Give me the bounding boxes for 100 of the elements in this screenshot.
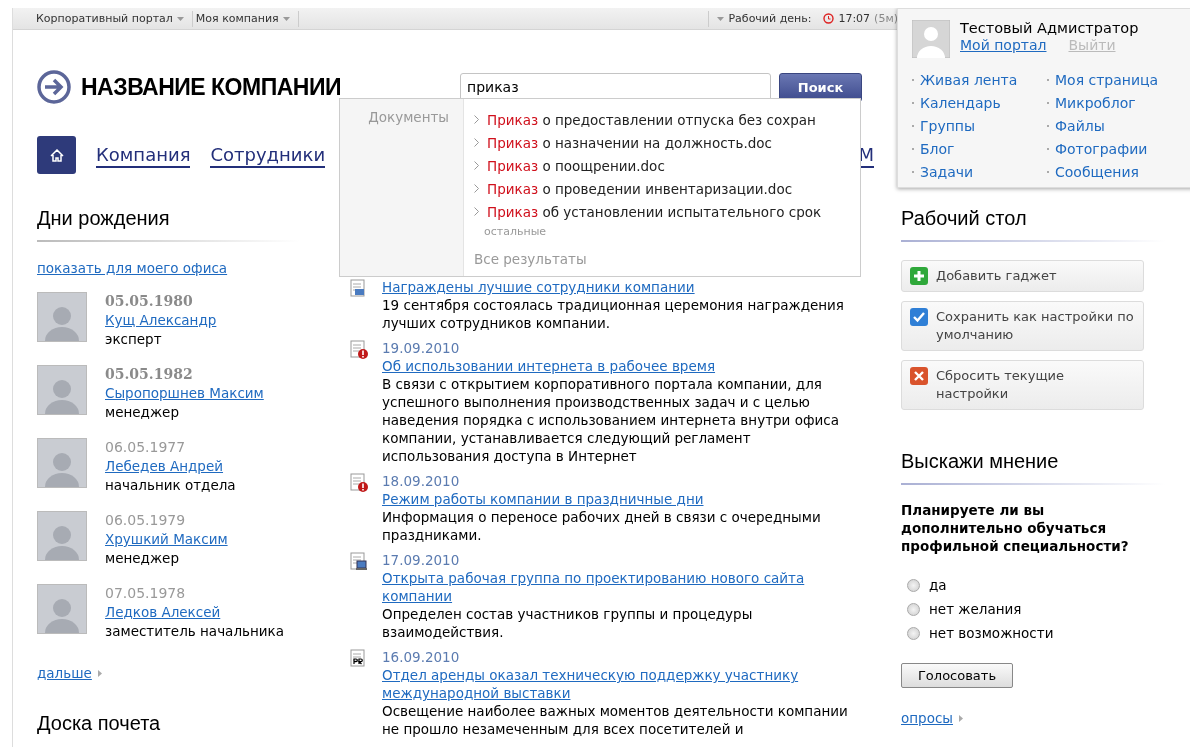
workday-duration: (5м) (874, 12, 898, 25)
search-result[interactable]: Приказ об установлении испытательного срок (487, 203, 822, 220)
user-menu-link[interactable]: Группы (920, 117, 976, 134)
search-result[interactable]: Приказ о поощрении.doc (487, 157, 665, 174)
photo-placeholder (37, 365, 87, 415)
news-title-link[interactable]: Режим работы компании в праздничные дни (382, 490, 704, 508)
others-link[interactable]: остальные (484, 225, 547, 238)
person-position: эксперт (105, 330, 163, 349)
birth-date: 05.05.1982 (105, 365, 194, 384)
gadget-action-button[interactable]: Сохранить как настройки по умолчанию (901, 301, 1144, 351)
poll-option-label: да (929, 577, 947, 593)
person-position: менеджер (105, 403, 180, 422)
person-link[interactable]: Хрушкий Максим (105, 530, 228, 549)
chevron-icon (474, 115, 479, 124)
news-date: 18.09.2010 (382, 472, 461, 490)
radio-button[interactable] (907, 578, 920, 592)
caret-icon (717, 16, 725, 21)
user-menu-link[interactable]: Микроблог (1055, 94, 1136, 111)
checkmark-icon (910, 308, 928, 326)
photo-placeholder (37, 511, 87, 561)
chevron-icon (474, 184, 479, 193)
person-link[interactable]: Ледков Алексей (105, 603, 221, 622)
my-portal-link[interactable]: Мой портал (960, 37, 1047, 53)
news-date: 17.09.2010 (382, 551, 461, 569)
radio-button[interactable] (907, 602, 920, 616)
close-icon (910, 367, 928, 385)
document-computer-icon (350, 552, 368, 572)
photo-placeholder (37, 584, 87, 634)
person-link[interactable]: Сыропоршнев Максим (105, 384, 264, 403)
news-text: 19 сентября состоялась традиционная церемония награждения лучших сотрудников компании. (382, 296, 845, 332)
category-label: Документы (368, 109, 449, 127)
plus-icon (910, 267, 928, 285)
photo-placeholder (37, 292, 87, 342)
news-text: В связи с открытием корпоративного портала компании, для успешного выполнения производственных задач и с целью наведения порядка с использованием интернета внутри офиса компании, устанавливается следующий регламент использования доступа в Интернет (382, 375, 840, 465)
birth-date: 06.05.1977 (105, 438, 187, 457)
user-menu-link[interactable]: Календарь (920, 94, 1001, 111)
arrow-circle-logo-icon (37, 70, 71, 104)
document-alert-icon (350, 340, 368, 360)
poll-option-label: нет возможности (929, 625, 1054, 641)
news-date: 19.09.2010 (382, 339, 461, 357)
vote-button[interactable]: Голосовать (901, 663, 1013, 688)
user-menu-link[interactable]: Файлы (1055, 117, 1105, 134)
polls-link[interactable]: опросы (901, 710, 953, 726)
all-results-link[interactable]: Все результаты (474, 251, 587, 267)
user-menu-link[interactable]: Задачи (920, 163, 974, 180)
office-filter-link[interactable]: показать для моего офиса (37, 260, 228, 276)
person-position: менеджер (105, 549, 180, 568)
news-text: Освещение наиболее важных моментов деятельности компании не прошло незамеченным для всех посетителей и (382, 702, 849, 738)
chevron-icon (474, 161, 479, 170)
person-link[interactable]: Кущ Александр (105, 311, 217, 330)
workday-label[interactable]: Рабочий день: (728, 12, 812, 25)
news-title-link[interactable]: Об использовании интернета в рабочее время (382, 357, 716, 375)
home-icon (49, 148, 64, 162)
person-position: заместитель начальника (105, 622, 284, 641)
photo-placeholder (37, 438, 87, 488)
birth-date: 07.05.1978 (105, 584, 187, 603)
document-alert-icon (350, 473, 368, 493)
top-menu[interactable]: Моя компания (192, 10, 299, 27)
news-title-link[interactable]: Открыта рабочая группа по проектированию нового сайта компании (382, 569, 862, 605)
news-text: Информация о переносе рабочих дней в связи с очередными праздниками. (382, 508, 822, 544)
user-menu-link[interactable]: Фотографии (1055, 140, 1148, 157)
user-menu-link[interactable]: Блог (920, 140, 955, 157)
top-menu[interactable]: Корпоративный портал (33, 10, 193, 27)
news-text: Определен состав участников группы и процедуры взаимодействия. (382, 605, 754, 641)
arrow-icon (959, 714, 963, 722)
poll-question: Планируете ли вы дополнительно обучаться профильной специальности? (901, 501, 1130, 555)
person-link[interactable]: Лебедев Андрей (105, 457, 224, 476)
search-result[interactable]: Приказ о назначении на должность.doc (487, 134, 772, 151)
section-title: Доска почета (37, 711, 162, 736)
news-title-link[interactable]: Отдел аренды оказал техническую поддержку участнику международной выставки (382, 666, 862, 702)
gadget-action-button[interactable]: Сбросить текущие настройки (901, 360, 1144, 410)
user-menu-link[interactable]: Сообщения (1055, 163, 1139, 180)
document-icon (350, 279, 368, 299)
radio-button[interactable] (907, 626, 920, 640)
user-menu-link[interactable]: Живая лента (920, 71, 1018, 88)
birth-date: 06.05.1979 (105, 511, 187, 530)
gadget-action-button[interactable]: Добавить гаджет (901, 260, 1144, 292)
user-menu-link[interactable]: Моя страница (1055, 71, 1159, 88)
avatar-icon (912, 20, 950, 58)
more-link[interactable]: дальше (37, 665, 92, 681)
search-result[interactable]: Приказ о предоставлении отпуска без сохран (487, 111, 816, 128)
news-date: 16.09.2010 (382, 648, 461, 666)
caret-icon (282, 16, 290, 21)
company-name: НАЗВАНИЕ КОМПАНИИ (81, 73, 341, 101)
birth-date: 05.05.1980 (105, 292, 194, 311)
news-title-link[interactable]: Награждены лучшие сотрудники компании (382, 278, 695, 296)
arrow-icon (97, 669, 102, 677)
person-position: начальник отдела (105, 476, 236, 495)
nav-link[interactable]: Компания (96, 136, 191, 168)
workday-time: 17:07 (838, 12, 871, 25)
document-pr-icon (350, 649, 368, 669)
chevron-icon (474, 207, 479, 216)
poll-option-label: нет желания (929, 601, 1022, 617)
clock-icon (823, 13, 835, 24)
chevron-icon (474, 138, 479, 147)
user-name: Тестовый Адмистратор (960, 20, 1139, 36)
nav-link[interactable]: Сотрудники (210, 136, 326, 168)
search-result[interactable]: Приказ о проведении инвентаризации.doc (487, 180, 793, 197)
caret-icon (176, 16, 184, 21)
home-button[interactable] (37, 136, 76, 174)
